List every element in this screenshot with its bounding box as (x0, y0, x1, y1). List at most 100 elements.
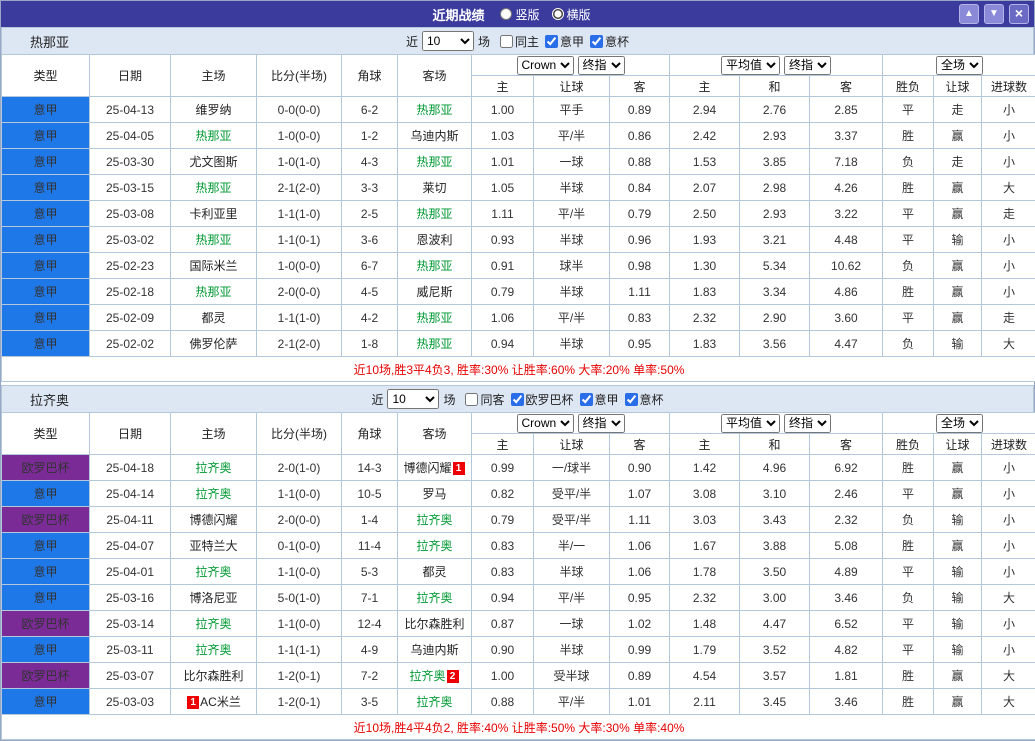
layout-option-horizontal[interactable]: 横版 (552, 6, 591, 23)
away-team[interactable]: 威尼斯 (398, 279, 472, 305)
home-team[interactable]: 拉齐奥 (171, 481, 257, 507)
away-team[interactable]: 莱切 (398, 175, 472, 201)
home-team-name[interactable]: 拉齐奥 (195, 565, 231, 579)
home-team-name[interactable]: 热那亚 (195, 129, 231, 143)
home-team-name[interactable]: 维罗纳 (195, 103, 231, 117)
away-team-name[interactable]: 都灵 (422, 565, 446, 579)
away-team-name[interactable]: 热那亚 (416, 207, 452, 221)
home-team[interactable]: 维罗纳 (171, 97, 257, 123)
home-team-name[interactable]: 拉齐奥 (195, 617, 231, 631)
filter-checkbox[interactable]: 同客 (459, 391, 504, 408)
vertical-radio[interactable] (500, 8, 512, 20)
away-team[interactable]: 热那亚 (398, 201, 472, 227)
home-team[interactable]: 博洛尼亚 (171, 585, 257, 611)
home-team[interactable]: 热那亚 (171, 123, 257, 149)
home-team-name[interactable]: 国际米兰 (189, 259, 237, 273)
home-team-name[interactable]: 博洛尼亚 (189, 591, 237, 605)
asia-stage-select[interactable]: 终指 (578, 414, 625, 433)
filter-checkbox-input[interactable] (500, 35, 513, 48)
away-team-name[interactable]: 拉齐奥 (416, 695, 452, 709)
away-team-name[interactable]: 恩波利 (416, 233, 452, 247)
filter-checkbox[interactable]: 意甲 (574, 391, 619, 408)
home-team-name[interactable]: 佛罗伦萨 (189, 337, 237, 351)
home-team[interactable]: 拉齐奥 (171, 559, 257, 585)
home-team[interactable]: 比尔森胜利 (171, 663, 257, 689)
away-team-name[interactable]: 热那亚 (416, 337, 452, 351)
home-team-name[interactable]: 拉齐奥 (195, 461, 231, 475)
away-team-name[interactable]: 热那亚 (416, 311, 452, 325)
filter-checkbox[interactable]: 同主 (494, 33, 539, 50)
away-team-name[interactable]: 拉齐奥 (416, 513, 452, 527)
home-team[interactable]: 尤文图斯 (171, 149, 257, 175)
away-team[interactable]: 乌迪内斯 (398, 123, 472, 149)
bookmaker-select[interactable]: Crown (517, 414, 574, 433)
away-team-name[interactable]: 罗马 (422, 487, 446, 501)
away-team[interactable]: 拉齐奥 (398, 507, 472, 533)
bookmaker-select[interactable]: Crown (517, 56, 574, 75)
away-team[interactable]: 热那亚 (398, 253, 472, 279)
home-team-name[interactable]: 尤文图斯 (189, 155, 237, 169)
away-team[interactable]: 博德闪耀1 (398, 455, 472, 481)
home-team-name[interactable]: 热那亚 (195, 181, 231, 195)
away-team-name[interactable]: 博德闪耀 (403, 461, 451, 475)
away-team-name[interactable]: 莱切 (422, 181, 446, 195)
away-team-name[interactable]: 比尔森胜利 (404, 617, 464, 631)
filter-checkbox-input[interactable] (465, 393, 478, 406)
away-team[interactable]: 拉齐奥2 (398, 663, 472, 689)
home-team[interactable]: 1AC米兰 (171, 689, 257, 715)
home-team-name[interactable]: 都灵 (201, 311, 225, 325)
away-team[interactable]: 罗马 (398, 481, 472, 507)
close-button[interactable]: × (1009, 4, 1029, 24)
horizontal-radio[interactable] (552, 8, 564, 20)
home-team[interactable]: 热那亚 (171, 279, 257, 305)
eu-average-select[interactable]: 平均值 (721, 414, 780, 433)
home-team-name[interactable]: 比尔森胜利 (183, 669, 243, 683)
fulltime-select[interactable]: 全场 (936, 414, 983, 433)
home-team-name[interactable]: 热那亚 (195, 285, 231, 299)
away-team-name[interactable]: 热那亚 (416, 155, 452, 169)
eu-average-select[interactable]: 平均值 (721, 56, 780, 75)
away-team-name[interactable]: 热那亚 (416, 259, 452, 273)
move-down-button[interactable]: ▼ (984, 4, 1004, 24)
away-team[interactable]: 热那亚 (398, 149, 472, 175)
home-team[interactable]: 拉齐奥 (171, 455, 257, 481)
away-team[interactable]: 都灵 (398, 559, 472, 585)
home-team-name[interactable]: 拉齐奥 (195, 643, 231, 657)
match-count-select[interactable]: 10 (422, 31, 474, 51)
away-team-name[interactable]: 乌迪内斯 (410, 643, 458, 657)
eu-stage-select[interactable]: 终指 (784, 414, 831, 433)
filter-checkbox-input[interactable] (511, 393, 524, 406)
home-team-name[interactable]: 卡利亚里 (189, 207, 237, 221)
home-team-name[interactable]: 热那亚 (195, 233, 231, 247)
home-team[interactable]: 热那亚 (171, 175, 257, 201)
away-team[interactable]: 恩波利 (398, 227, 472, 253)
away-team[interactable]: 热那亚 (398, 97, 472, 123)
filter-checkbox[interactable]: 意杯 (619, 391, 664, 408)
home-team[interactable]: 国际米兰 (171, 253, 257, 279)
home-team-name[interactable]: AC米兰 (200, 695, 241, 709)
away-team[interactable]: 拉齐奥 (398, 533, 472, 559)
filter-checkbox-input[interactable] (625, 393, 638, 406)
home-team[interactable]: 亚特兰大 (171, 533, 257, 559)
home-team[interactable]: 佛罗伦萨 (171, 331, 257, 357)
home-team[interactable]: 卡利亚里 (171, 201, 257, 227)
home-team[interactable]: 博德闪耀 (171, 507, 257, 533)
home-team[interactable]: 热那亚 (171, 227, 257, 253)
home-team-name[interactable]: 拉齐奥 (195, 487, 231, 501)
fulltime-select[interactable]: 全场 (936, 56, 983, 75)
home-team[interactable]: 拉齐奥 (171, 637, 257, 663)
away-team[interactable]: 比尔森胜利 (398, 611, 472, 637)
filter-checkbox[interactable]: 意甲 (539, 33, 584, 50)
away-team-name[interactable]: 威尼斯 (416, 285, 452, 299)
away-team[interactable]: 热那亚 (398, 331, 472, 357)
eu-stage-select[interactable]: 终指 (784, 56, 831, 75)
away-team-name[interactable]: 乌迪内斯 (410, 129, 458, 143)
match-count-select[interactable]: 10 (387, 389, 439, 409)
home-team[interactable]: 都灵 (171, 305, 257, 331)
away-team-name[interactable]: 拉齐奥 (416, 591, 452, 605)
away-team[interactable]: 乌迪内斯 (398, 637, 472, 663)
home-team-name[interactable]: 亚特兰大 (189, 539, 237, 553)
away-team-name[interactable]: 拉齐奥 (409, 669, 445, 683)
away-team[interactable]: 拉齐奥 (398, 689, 472, 715)
filter-checkbox-input[interactable] (545, 35, 558, 48)
